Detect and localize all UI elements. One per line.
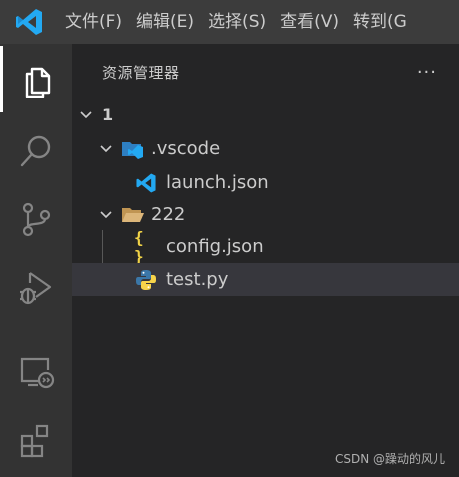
watermark-text: CSDN @躁动的风儿: [334, 452, 445, 466]
tree-item-label: config.json: [166, 236, 264, 257]
vscode-folder-icon: [121, 137, 145, 161]
tree-item-222-folder[interactable]: 222: [72, 198, 459, 231]
menu-view[interactable]: 查看(V): [273, 0, 346, 44]
json-icon: { }: [134, 227, 144, 266]
explorer-sidebar: 资源管理器 ··· 1 .vscode launch.json 222 {} …: [72, 44, 459, 477]
tree-item-config-json[interactable]: { } config.json: [72, 227, 459, 266]
extensions-icon[interactable]: [0, 408, 72, 474]
menu-selection[interactable]: 选择(S): [201, 0, 273, 44]
tree-item-vscode-folder[interactable]: .vscode: [72, 132, 459, 165]
python-icon: [134, 268, 158, 292]
tree-item-label: 222: [151, 204, 186, 225]
menu-bar: 文件(F) 编辑(E) 选择(S) 查看(V) 转到(G: [58, 0, 414, 44]
tree-item-label: 1: [102, 105, 114, 124]
explorer-header: 资源管理器 ···: [72, 44, 459, 100]
menu-go[interactable]: 转到(G: [346, 0, 414, 44]
source-control-icon[interactable]: [0, 186, 72, 252]
tree-item-root[interactable]: 1: [72, 98, 459, 131]
chevron-down-icon: [76, 105, 96, 125]
remote-explorer-icon[interactable]: [0, 338, 72, 404]
tree-item-launch-json[interactable]: launch.json: [72, 166, 459, 199]
chevron-down-icon: [96, 139, 116, 159]
more-actions-icon[interactable]: ···: [417, 62, 437, 83]
explorer-icon[interactable]: [0, 46, 72, 112]
chevron-down-icon: [96, 205, 116, 225]
menu-file[interactable]: 文件(F): [58, 0, 129, 44]
tree-item-label: test.py: [166, 269, 229, 290]
title-bar: 文件(F) 编辑(E) 选择(S) 查看(V) 转到(G: [0, 0, 459, 44]
menu-edit[interactable]: 编辑(E): [129, 0, 201, 44]
tree-item-test-py[interactable]: test.py: [72, 263, 459, 296]
vscode-logo-icon: [0, 0, 58, 44]
activity-bar: [0, 44, 72, 477]
tree-item-label: .vscode: [151, 138, 221, 159]
vscode-file-icon: [134, 171, 158, 195]
tree-item-label: launch.json: [166, 172, 269, 193]
explorer-title: 资源管理器: [102, 63, 180, 82]
folder-open-icon: [121, 203, 145, 227]
run-debug-icon[interactable]: [0, 254, 72, 320]
search-icon[interactable]: [0, 118, 72, 184]
